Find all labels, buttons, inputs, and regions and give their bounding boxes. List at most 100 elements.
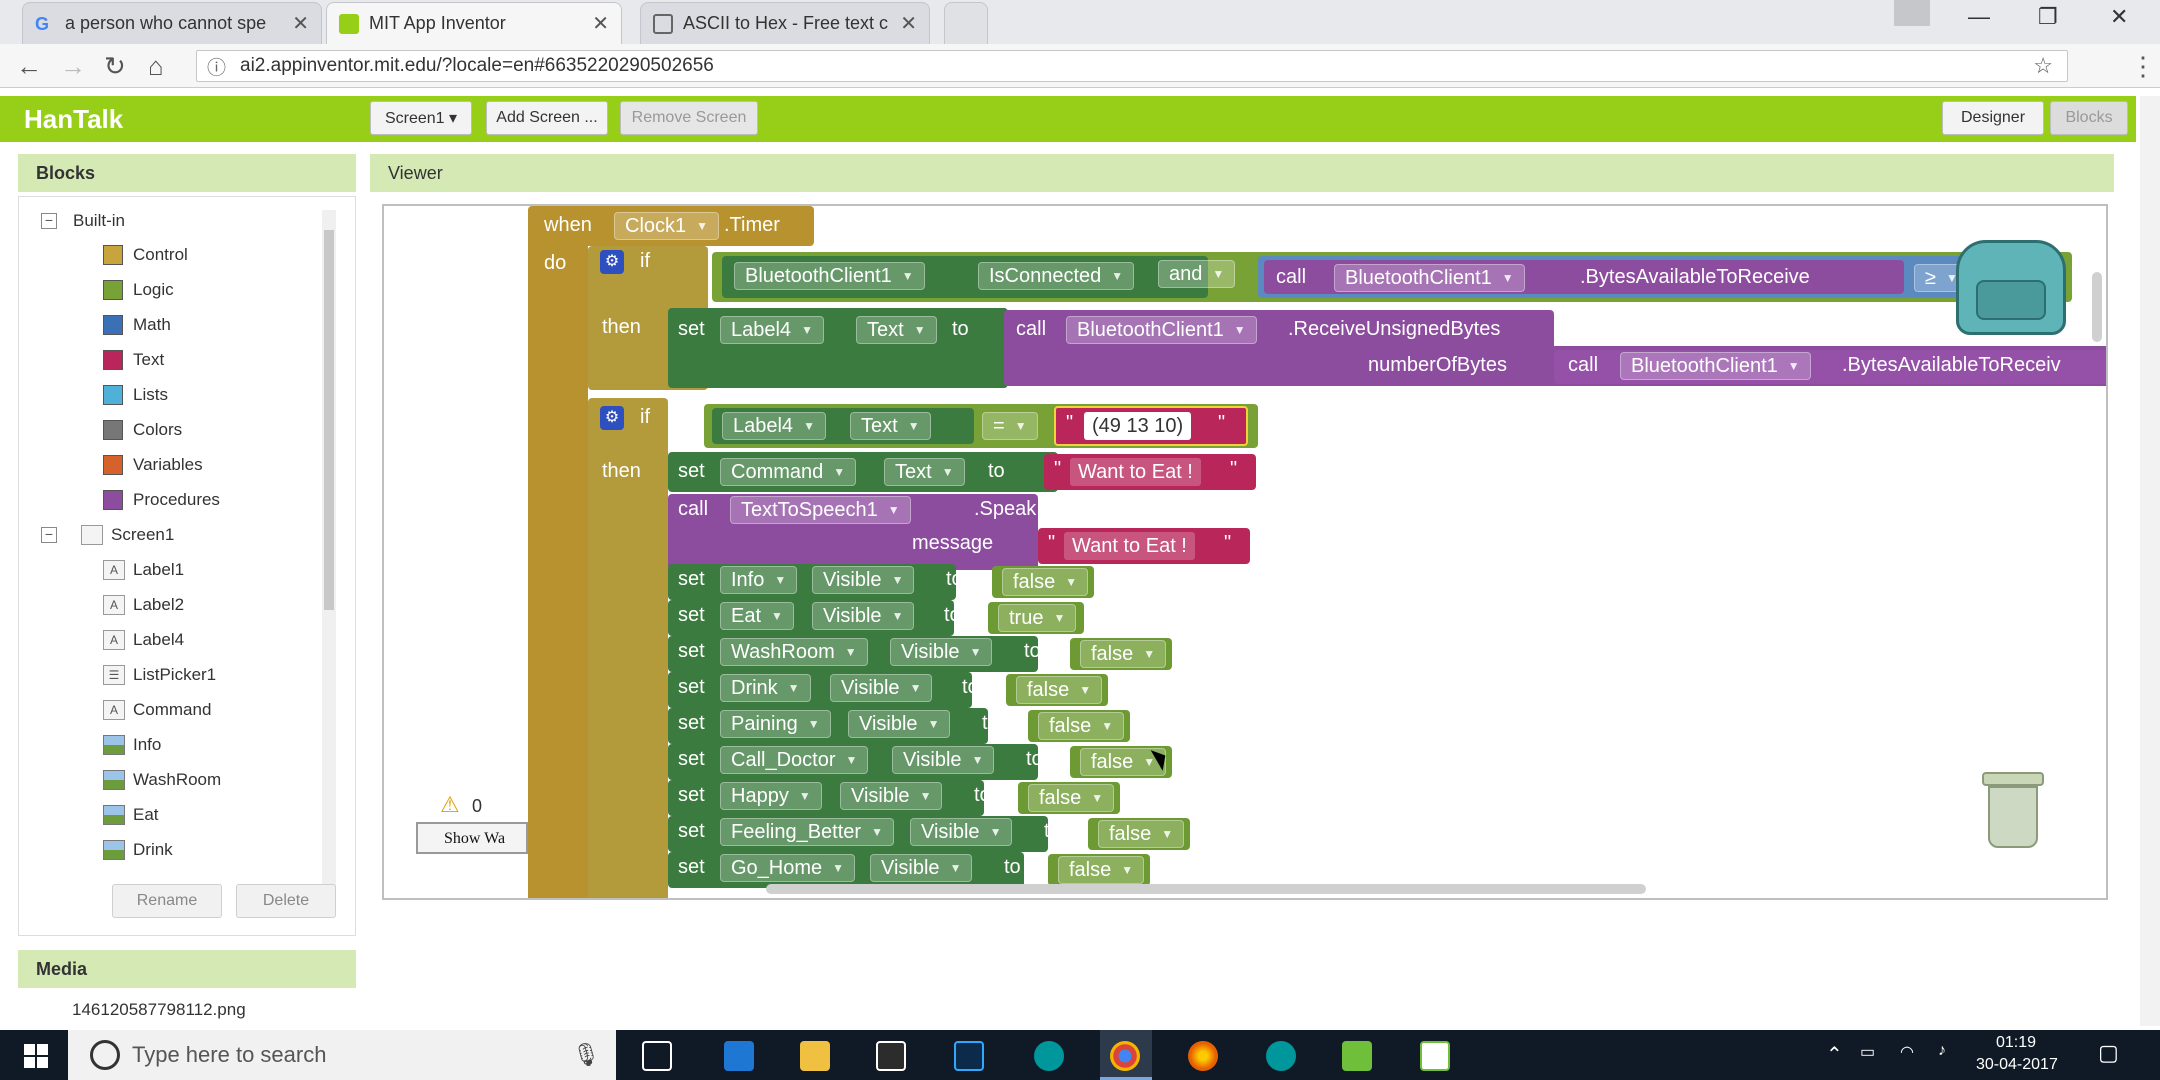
delete-button[interactable]: Delete [236,884,336,918]
chrome-icon[interactable] [1110,1041,1140,1071]
component-dropdown[interactable]: TextToSpeech1 ▼ [730,496,911,524]
screen-select-button[interactable]: Screen1 ▾ [370,101,472,135]
boolean-dropdown[interactable]: false ▼ [1058,856,1145,884]
component-dropdown[interactable]: Call_Doctor ▼ [720,746,869,774]
drawer-colors[interactable]: Colors [103,416,182,444]
task-view-icon[interactable] [642,1041,672,1071]
component-dropdown[interactable]: WashRoom ▼ [720,638,868,666]
scrollbar-thumb[interactable] [324,230,334,610]
boolean-dropdown[interactable]: false ▼ [1016,676,1103,704]
text-field[interactable]: (49 13 10) [1084,412,1192,440]
profile-icon[interactable] [1894,0,1930,26]
workspace-vertical-scrollbar[interactable] [2092,272,2102,342]
clock-date[interactable]: 30-04-2017 [1976,1056,2058,1074]
tree-screen1[interactable]: Screen1 [81,521,174,549]
tree-component[interactable]: WashRoom [103,766,221,794]
minimize-icon[interactable]: — [1968,4,1990,30]
boolean-dropdown[interactable]: false ▼ [1038,712,1125,740]
and-operator-dropdown[interactable]: and ▼ [1158,260,1236,288]
close-icon[interactable]: ✕ [292,11,309,36]
bookmark-star-icon[interactable]: ☆ [2033,53,2053,79]
window-close-icon[interactable]: ✕ [2110,4,2128,30]
component-dropdown[interactable]: Feeling_Better ▼ [720,818,894,846]
component-dropdown[interactable]: Label4 ▼ [720,316,824,344]
tree-component[interactable]: A Label2 [103,591,184,619]
arduino-icon[interactable] [1266,1041,1296,1071]
component-dropdown[interactable]: BluetoothClient1 ▼ [1620,352,1811,380]
collapse-icon[interactable]: − [41,213,57,229]
windows-start-icon[interactable] [24,1044,48,1068]
volume-icon[interactable]: ♪ [1938,1042,1946,1060]
boolean-dropdown[interactable]: true ▼ [998,604,1077,632]
collapse-icon[interactable]: − [41,527,57,543]
add-screen-button[interactable]: Add Screen ... [486,101,608,135]
drawer-procedures[interactable]: Procedures [103,486,220,514]
property-dropdown[interactable]: Visible ▼ [812,566,915,594]
component-dropdown[interactable]: Command ▼ [720,458,857,486]
component-dropdown[interactable]: Go_Home ▼ [720,854,856,882]
tab-google-search[interactable]: G a person who cannot spe ✕ [22,2,322,44]
address-bar[interactable]: ⓘ ai2.appinventor.mit.edu/?locale=en#663… [196,50,2068,82]
property-dropdown[interactable]: Visible ▼ [840,782,943,810]
firefox-icon[interactable] [1188,1041,1218,1071]
taskbar-search-input[interactable]: Type here to search 🎙 [68,1030,616,1080]
property-dropdown[interactable]: Visible ▼ [910,818,1013,846]
page-scrollbar[interactable] [2140,96,2160,1026]
arduino-icon[interactable] [1034,1041,1064,1071]
forward-icon[interactable]: → [60,51,86,82]
property-dropdown[interactable]: Visible ▼ [848,710,951,738]
blocks-workspace[interactable]: when Clock1 ▼ .Timer do ⚙ if then Bluetoo… [382,204,2108,900]
tree-component[interactable]: A Label4 [103,626,184,654]
property-dropdown[interactable]: Text ▼ [856,316,937,344]
component-dropdown[interactable]: Happy ▼ [720,782,822,810]
new-tab-button[interactable] [944,2,988,44]
drawer-math[interactable]: Math [103,311,171,339]
gear-icon[interactable]: ⚙ [600,250,624,274]
component-dropdown[interactable]: BluetoothClient1 ▼ [734,262,925,290]
tab-ascii-to-hex[interactable]: ASCII to Hex - Free text c ✕ [640,2,930,44]
show-warnings-button[interactable]: Show Wa [416,822,528,854]
wifi-icon[interactable]: ◠ [1900,1042,1914,1062]
component-dropdown[interactable]: Paining ▼ [720,710,831,738]
property-dropdown[interactable]: Visible ▼ [812,602,915,630]
tab-mit-app-inventor[interactable]: MIT App Inventor ✕ [326,2,622,44]
tree-component[interactable]: A Command [103,696,211,724]
property-dropdown[interactable]: Visible ▼ [890,638,993,666]
boolean-dropdown[interactable]: false ▼ [1002,568,1089,596]
boolean-dropdown[interactable]: false ▼ [1098,820,1185,848]
workspace-horizontal-scrollbar[interactable] [766,884,1646,894]
notifications-icon[interactable]: ▢ [2098,1040,2119,1066]
edge-icon[interactable] [724,1041,754,1071]
menu-icon[interactable]: ⋮ [2130,51,2156,82]
property-dropdown[interactable]: Visible ▼ [892,746,995,774]
tree-component[interactable]: Drink [103,836,173,864]
store-icon[interactable] [876,1041,906,1071]
tree-scrollbar[interactable] [322,210,336,910]
file-explorer-icon[interactable] [800,1041,830,1071]
boolean-dropdown[interactable]: false ▼ [1080,640,1167,668]
property-dropdown[interactable]: Visible ▼ [830,674,933,702]
event-block-spine[interactable] [528,242,588,898]
component-dropdown[interactable]: BluetoothClient1 ▼ [1334,264,1525,292]
component-dropdown[interactable]: Eat ▼ [720,602,794,630]
property-dropdown[interactable]: Text ▼ [850,412,931,440]
text-field[interactable]: Want to Eat ! [1064,532,1195,560]
battery-icon[interactable]: ▭ [1860,1042,1875,1062]
blocks-button[interactable]: Blocks [2050,101,2128,135]
clock-time[interactable]: 01:19 [1996,1034,2036,1052]
app-icon[interactable] [1342,1041,1372,1071]
photoshop-icon[interactable] [954,1041,984,1071]
tree-component[interactable]: ☰ ListPicker1 [103,661,216,689]
back-icon[interactable]: ← [16,51,42,82]
trash-icon[interactable] [1978,766,2048,852]
restore-icon[interactable]: ❐ [2038,4,2058,30]
media-file[interactable]: 146120587798112.png [72,1000,246,1020]
close-icon[interactable]: ✕ [900,11,917,36]
remove-screen-button[interactable]: Remove Screen [620,101,758,135]
gear-icon[interactable]: ⚙ [600,406,624,430]
close-icon[interactable]: ✕ [592,11,609,36]
designer-button[interactable]: Designer [1942,101,2044,135]
property-dropdown[interactable]: Text ▼ [884,458,965,486]
tree-component[interactable]: Eat [103,801,159,829]
rename-button[interactable]: Rename [112,884,222,918]
